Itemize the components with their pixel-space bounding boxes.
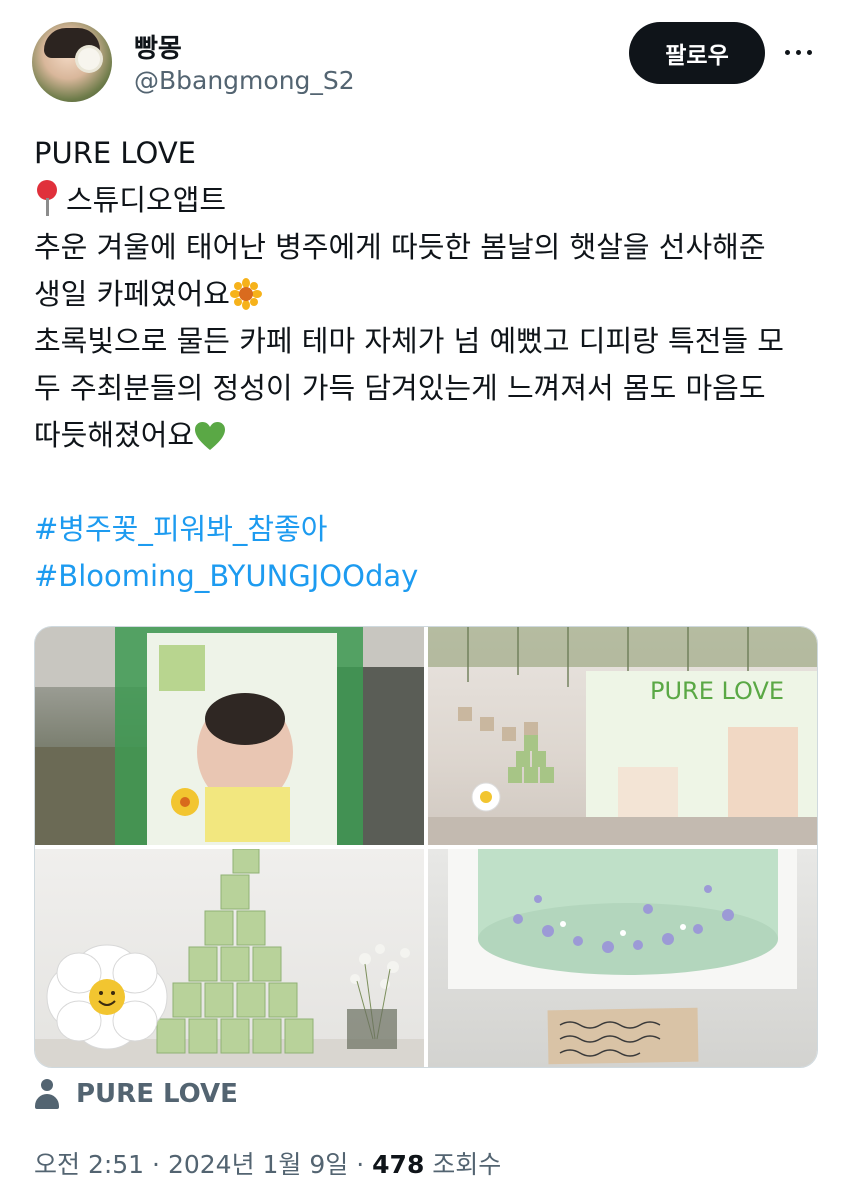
meta-separator: · (356, 1150, 365, 1179)
avatar[interactable] (32, 22, 112, 102)
tweet-line: 초록빛으로 물든 카페 테마 자체가 넘 예뻤고 디피랑 특전들 모 (34, 324, 784, 358)
tweet-line-text: 생일 카페였어요 (34, 277, 230, 311)
photo-2[interactable]: PURE LOVE (428, 627, 817, 845)
green-heart-emoji-icon (195, 422, 226, 450)
author-handle[interactable]: @Bbangmong_S2 (134, 66, 355, 95)
location-text: 스튜디오앱트 (66, 183, 227, 217)
tweet-line: PURE LOVE (34, 136, 197, 170)
pushpin-emoji-icon (34, 178, 60, 218)
person-location-icon (34, 1079, 60, 1109)
location-tag[interactable]: PURE LOVE (34, 1072, 238, 1116)
sunflower-emoji-icon (229, 278, 262, 310)
more-icon[interactable] (778, 38, 818, 66)
hashtag-link[interactable]: #병주꽃_피워봐_참좋아 (34, 506, 824, 553)
hashtag-link[interactable]: #Blooming_BYUNGJOOday (34, 553, 824, 600)
photo-3[interactable] (35, 849, 424, 1067)
tweet-date[interactable]: 2024년 1월 9일 (168, 1150, 348, 1179)
tweet-line: 두 주최분들의 정성이 가득 담겨있는게 느껴져서 몸도 마음도 (34, 371, 766, 405)
tweet-line: 추운 겨울에 태어난 병주에게 따듯한 봄날의 햇살을 선사해준 (34, 230, 766, 264)
tweet-header: 빵몽 @Bbangmong_S2 팔로우 (0, 0, 848, 120)
banner-text: PURE LOVE (650, 677, 784, 705)
follow-button[interactable]: 팔로우 (629, 22, 765, 84)
author-display-name[interactable]: 빵몽 (134, 28, 182, 65)
views-count: 478 (372, 1150, 425, 1179)
tweet-meta: 오전 2:51 · 2024년 1월 9일 · 478 조회수 (34, 1145, 501, 1181)
photo-1[interactable] (35, 627, 424, 845)
views-label: 조회수 (432, 1150, 502, 1179)
tweet-time[interactable]: 오전 2:51 (34, 1150, 144, 1179)
tweet-line: 스튜디오앱트 (34, 177, 824, 224)
meta-separator: · (152, 1150, 160, 1179)
media-grid: PURE LOVE (34, 626, 818, 1068)
location-label[interactable]: PURE LOVE (76, 1079, 238, 1109)
tweet-text: PURE LOVE 스튜디오앱트 추운 겨울에 태어난 병주에게 따듯한 봄날의… (34, 130, 824, 600)
tweet-line: 따듯해졌어요 (34, 412, 824, 459)
tweet-line-text: 따듯해졌어요 (34, 418, 195, 452)
photo-4[interactable] (428, 849, 817, 1067)
tweet-line: 생일 카페였어요 (34, 271, 824, 318)
